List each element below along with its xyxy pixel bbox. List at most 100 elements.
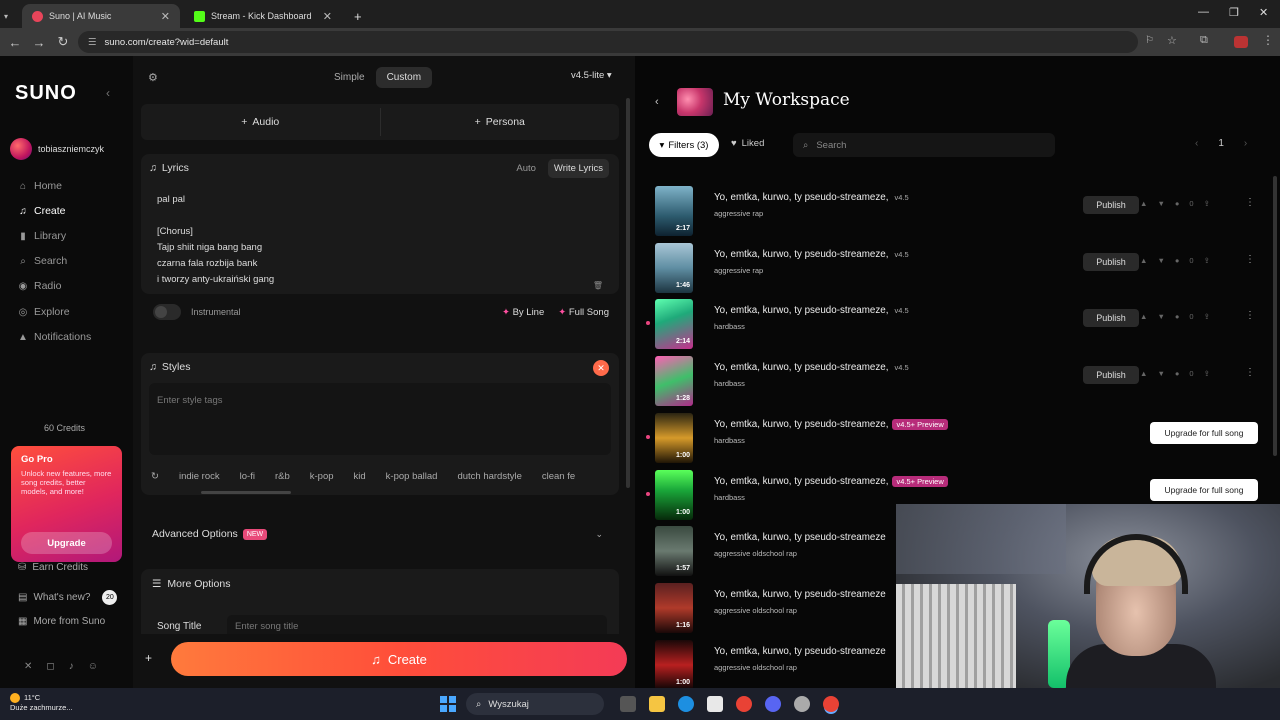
create-button[interactable]: ♫ Create <box>171 642 627 676</box>
more-options-icon[interactable]: ⋮ <box>1245 254 1255 265</box>
forward-icon[interactable]: → <box>27 30 51 54</box>
prev-page-icon[interactable]: ‹ <box>1195 138 1198 149</box>
add-audio-button[interactable]: + Audio <box>141 104 380 140</box>
comment-icon[interactable]: ● <box>1175 256 1180 265</box>
translate-icon[interactable]: ⚐ <box>1145 35 1154 46</box>
file-explorer-icon[interactable] <box>649 696 665 712</box>
tab-kick[interactable]: Stream - Kick Dashboard ✕ <box>184 4 342 28</box>
task-view-icon[interactable] <box>620 696 636 712</box>
browser-menu-icon[interactable]: ⋮ <box>1262 33 1274 47</box>
add-persona-button[interactable]: + Persona <box>381 104 620 140</box>
style-tag[interactable]: lo-fi <box>240 471 255 482</box>
close-icon[interactable]: ✕ <box>323 10 332 23</box>
close-window-icon[interactable]: ✕ <box>1259 6 1268 19</box>
lyrics-textarea[interactable]: pal pal [Chorus] Tajp shiit niga bang bang… <box>157 192 597 288</box>
close-icon[interactable]: ✕ <box>161 10 170 23</box>
taskbar-search[interactable]: ⌕ Wyszukaj <box>466 693 604 715</box>
thumbs-down-icon[interactable]: ▼ <box>1157 256 1164 265</box>
bookmark-star-icon[interactable]: ☆ <box>1167 34 1177 47</box>
upgrade-full-song-button[interactable]: Upgrade for full song <box>1150 478 1258 501</box>
song-row[interactable]: 1:28 Yo, emtka, kurwo, ty pseudo-streamez… <box>635 353 1280 409</box>
sidebar-item-create[interactable]: ♫ Create <box>18 205 65 217</box>
reload-icon[interactable]: ↻ <box>51 30 75 54</box>
thumbs-down-icon[interactable]: ▼ <box>1157 369 1164 378</box>
share-icon[interactable]: ⇪ <box>1204 256 1210 265</box>
obs-icon[interactable] <box>794 696 810 712</box>
style-tag[interactable]: indie rock <box>179 471 220 482</box>
publish-button[interactable]: Publish <box>1083 309 1139 328</box>
style-tag[interactable]: kid <box>354 471 366 482</box>
more-options-icon[interactable]: ⋮ <box>1245 310 1255 321</box>
sidebar-item-whats-new[interactable]: ▤ What's new? 20 <box>18 590 118 605</box>
share-icon[interactable]: ⇪ <box>1204 199 1210 208</box>
more-options-header[interactable]: ☰ More Options <box>152 578 230 590</box>
store-icon[interactable] <box>707 696 723 712</box>
gear-icon[interactable]: ⚙ <box>148 71 158 84</box>
extensions-icon[interactable]: ⧉ <box>1200 34 1208 47</box>
full-song-button[interactable]: ✦ Full Song <box>558 307 609 318</box>
publish-button[interactable]: Publish <box>1083 252 1139 271</box>
style-tag[interactable]: k-pop <box>310 471 334 482</box>
x-icon[interactable]: ✕ <box>24 661 32 672</box>
scrollbar[interactable] <box>1273 176 1277 456</box>
sidebar-item-search[interactable]: ⌕ Search <box>18 255 67 267</box>
style-tag[interactable]: k-pop ballad <box>386 471 438 482</box>
profile-icon[interactable] <box>1234 36 1248 48</box>
style-tag[interactable]: dutch hardstyle <box>457 471 521 482</box>
scrollbar[interactable] <box>626 98 630 488</box>
restore-icon[interactable]: ❐ <box>1229 6 1239 19</box>
share-icon[interactable]: ⇪ <box>1204 369 1210 378</box>
write-lyrics-button[interactable]: Write Lyrics <box>547 159 609 178</box>
publish-button[interactable]: Publish <box>1083 196 1139 214</box>
style-tag[interactable]: clean fe <box>542 471 575 482</box>
comment-icon[interactable]: ● <box>1175 369 1180 378</box>
omnibox[interactable]: ☰ suno.com/create?wid=default <box>78 31 1138 53</box>
sidebar-item-more-from-suno[interactable]: ▦ More from Suno <box>18 616 105 627</box>
collapse-sidebar-icon[interactable]: ‹ <box>106 86 110 100</box>
upgrade-button[interactable]: Upgrade <box>21 532 112 554</box>
liked-button[interactable]: ♥ Liked <box>731 138 764 149</box>
thumbs-up-icon[interactable]: ▲ <box>1140 256 1147 265</box>
next-page-icon[interactable]: › <box>1244 138 1247 149</box>
song-row[interactable]: 2:14 Yo, emtka, kurwo, ty pseudo-streamez… <box>635 296 1280 352</box>
more-options-icon[interactable]: ⋮ <box>1245 197 1255 208</box>
instrumental-toggle[interactable] <box>153 304 181 320</box>
song-row[interactable]: 1:46 Yo, emtka, kurwo, ty pseudo-streamez… <box>635 240 1280 296</box>
tab-list-button[interactable]: ▾ <box>4 4 14 28</box>
tags-scrollbar[interactable] <box>201 491 291 494</box>
style-tag[interactable]: r&b <box>275 471 290 482</box>
thumbs-down-icon[interactable]: ▼ <box>1157 312 1164 321</box>
windows-start-icon[interactable] <box>440 696 456 712</box>
instagram-icon[interactable]: ◻ <box>46 661 54 672</box>
back-icon[interactable]: ← <box>3 30 27 54</box>
advanced-options[interactable]: Advanced Options NEW ⌄ <box>141 517 619 551</box>
discord-taskbar-icon[interactable] <box>765 696 781 712</box>
site-info-icon[interactable]: ☰ <box>88 37 97 48</box>
weather-widget[interactable]: 11°C Duże zachmurze... <box>10 693 73 713</box>
style-tags-input[interactable]: Enter style tags <box>149 383 611 455</box>
new-tab-button[interactable]: + <box>344 4 372 28</box>
thumbs-up-icon[interactable]: ▲ <box>1140 312 1147 321</box>
comment-icon[interactable]: ● <box>1175 312 1180 321</box>
publish-button[interactable]: Publish <box>1083 366 1139 385</box>
thumbs-up-icon[interactable]: ▲ <box>1140 199 1147 208</box>
model-select[interactable]: v4.5-lite ▾ <box>571 70 612 81</box>
by-line-button[interactable]: ✦ By Line <box>502 307 544 318</box>
trash-icon[interactable]: 🗑 <box>593 281 603 290</box>
auto-lyrics-button[interactable]: Auto <box>510 159 542 178</box>
workspace-search-input[interactable]: ⌕ Search <box>793 133 1055 157</box>
minimize-icon[interactable]: — <box>1198 6 1209 18</box>
upgrade-full-song-button[interactable]: Upgrade for full song <box>1150 421 1258 444</box>
tiktok-icon[interactable]: ♪ <box>69 661 74 672</box>
song-row[interactable]: 2:17 Yo, emtka, kurwo, ty pseudo-streamez… <box>635 183 1280 239</box>
chrome-active-icon[interactable] <box>823 696 839 712</box>
share-icon[interactable]: ⇪ <box>1204 312 1210 321</box>
song-row[interactable]: 1:00 Yo, emtka, kurwo, ty pseudo-streamez… <box>635 410 1280 466</box>
clear-styles-icon[interactable]: ✕ <box>593 360 609 376</box>
tab-suno[interactable]: Suno | AI Music ✕ <box>22 4 180 28</box>
tab-simple[interactable]: Simple <box>323 67 376 88</box>
chrome-icon[interactable] <box>736 696 752 712</box>
plus-icon[interactable]: + <box>145 651 152 665</box>
discord-icon[interactable]: ☺ <box>88 661 98 672</box>
sidebar-item-earn-credits[interactable]: ⛁ Earn Credits <box>18 562 88 573</box>
